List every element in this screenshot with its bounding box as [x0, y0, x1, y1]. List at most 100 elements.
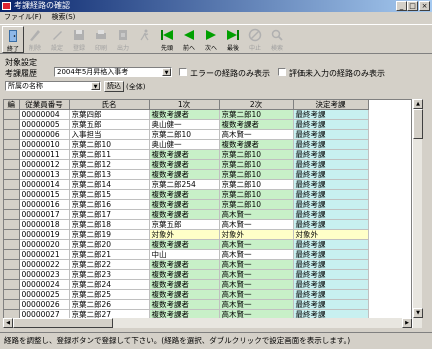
employee-name-cell[interactable]: 京葉二郎16: [69, 199, 150, 210]
hscroll-thumb[interactable]: [13, 318, 113, 328]
row-selector[interactable]: [4, 149, 20, 160]
employee-id-cell[interactable]: 00000021: [19, 249, 70, 260]
maximize-button[interactable]: □: [407, 1, 418, 11]
exit-button[interactable]: 終了: [2, 26, 24, 53]
menu-file[interactable]: ファイル(F): [4, 13, 42, 21]
employee-name-cell[interactable]: 京葉二郎14: [69, 179, 150, 190]
second-rater-cell[interactable]: 京葉二郎10: [219, 169, 294, 180]
first-rater-cell[interactable]: 複数考課者: [149, 239, 220, 250]
row-selector[interactable]: [4, 199, 20, 210]
employee-name-cell[interactable]: 京葉二郎19: [69, 229, 150, 240]
scroll-thumb[interactable]: [413, 109, 423, 139]
employee-id-cell[interactable]: 00000016: [19, 199, 70, 210]
table-row[interactable]: 00000016 京葉二郎16 複数考課者 京葉二郎10 最終考課: [4, 199, 369, 210]
run-button[interactable]: [134, 26, 156, 53]
first-rater-cell[interactable]: 奥山健一: [149, 119, 220, 130]
employee-name-cell[interactable]: 京葉二郎20: [69, 239, 150, 250]
second-rater-cell[interactable]: 京葉二郎10: [219, 109, 294, 120]
employee-name-cell[interactable]: 京葉二郎21: [69, 249, 150, 260]
column-header[interactable]: 氏名: [69, 100, 150, 110]
final-rating-cell[interactable]: 最終考課: [293, 219, 369, 230]
employee-name-cell[interactable]: 京葉五郎: [69, 119, 150, 130]
final-rating-cell[interactable]: 最終考課: [293, 169, 369, 180]
final-rating-cell[interactable]: 最終考課: [293, 249, 369, 260]
next-record-button[interactable]: 次へ: [200, 26, 222, 53]
second-rater-cell[interactable]: 高木賢一: [219, 209, 294, 220]
table-row[interactable]: 00000020 京葉二郎20 複数考課者 高木賢一 最終考課: [4, 239, 369, 250]
row-selector[interactable]: [4, 259, 20, 270]
employee-id-cell[interactable]: 00000018: [19, 219, 70, 230]
second-rater-cell[interactable]: 高木賢一: [219, 129, 294, 140]
table-row[interactable]: 00000018 京葉二郎18 京葉五郎 高木賢一 最終考課: [4, 219, 369, 230]
employee-id-cell[interactable]: 00000017: [19, 209, 70, 220]
employee-name-cell[interactable]: 入事担当: [69, 129, 150, 140]
final-rating-cell[interactable]: 最終考課: [293, 259, 369, 270]
stop-button[interactable]: 中止: [244, 26, 266, 53]
employee-name-cell[interactable]: 京葉二郎13: [69, 169, 150, 180]
final-rating-cell[interactable]: 最終考課: [293, 239, 369, 250]
table-row[interactable]: 00000024 京葉二郎24 複数考課者 高木賢一 最終考課: [4, 279, 369, 290]
first-rater-cell[interactable]: 複数考課者: [149, 289, 220, 300]
row-selector[interactable]: [4, 129, 20, 140]
department-select[interactable]: 所属の名称 ▼: [5, 81, 101, 91]
table-row[interactable]: 00000004 京葉四郎 複数考課者 京葉二郎10 最終考課: [4, 109, 369, 120]
final-rating-cell[interactable]: 最終考課: [293, 199, 369, 210]
chevron-down-icon[interactable]: ▼: [162, 68, 171, 76]
second-rater-cell[interactable]: 高木賢一: [219, 279, 294, 290]
employee-name-cell[interactable]: 京葉二郎18: [69, 219, 150, 230]
second-rater-cell[interactable]: 高木賢一: [219, 259, 294, 270]
row-selector[interactable]: [4, 279, 20, 290]
row-selector[interactable]: [4, 139, 20, 150]
history-select[interactable]: 2004年5月昇格入事考 ▼: [54, 67, 172, 77]
second-rater-cell[interactable]: 複数考課者: [219, 119, 294, 130]
row-selector[interactable]: [4, 179, 20, 190]
previous-record-button[interactable]: 前へ: [178, 26, 200, 53]
employee-id-cell[interactable]: 00000019: [19, 229, 70, 240]
first-rater-cell[interactable]: 複数考課者: [149, 279, 220, 290]
first-rater-cell[interactable]: 対象外: [149, 229, 220, 240]
first-rater-cell[interactable]: 複数考課者: [149, 269, 220, 280]
employee-name-cell[interactable]: 京葉二郎25: [69, 289, 150, 300]
employee-id-cell[interactable]: 00000026: [19, 299, 70, 310]
load-button[interactable]: 読込: [104, 81, 124, 92]
final-rating-cell[interactable]: 最終考課: [293, 159, 369, 170]
horizontal-scrollbar[interactable]: ◀ ▶: [3, 318, 412, 328]
row-selector[interactable]: [4, 269, 20, 280]
table-row[interactable]: 00000012 京葉二郎12 複数考課者 京葉二郎10 最終考課: [4, 159, 369, 170]
final-rating-cell[interactable]: 最終考課: [293, 299, 369, 310]
first-rater-cell[interactable]: 複数考課者: [149, 209, 220, 220]
first-rater-cell[interactable]: 京葉五郎: [149, 219, 220, 230]
employee-name-cell[interactable]: 京葉二郎26: [69, 299, 150, 310]
column-header[interactable]: 2次: [219, 100, 294, 110]
export-button[interactable]: 出力: [112, 26, 134, 53]
table-row[interactable]: 00000013 京葉二郎13 複数考課者 京葉二郎10 最終考課: [4, 169, 369, 180]
employee-id-cell[interactable]: 00000013: [19, 169, 70, 180]
employee-name-cell[interactable]: 京葉二郎24: [69, 279, 150, 290]
employee-id-cell[interactable]: 00000023: [19, 269, 70, 280]
second-rater-cell[interactable]: 高木賢一: [219, 269, 294, 280]
second-rater-cell[interactable]: 高木賢一: [219, 219, 294, 230]
delete-button[interactable]: 削除: [24, 26, 46, 53]
final-rating-cell[interactable]: 最終考課: [293, 139, 369, 150]
employee-id-cell[interactable]: 00000025: [19, 289, 70, 300]
second-rater-cell[interactable]: 京葉二郎10: [219, 199, 294, 210]
second-rater-cell[interactable]: 高木賢一: [219, 299, 294, 310]
table-row[interactable]: 00000026 京葉二郎26 複数考課者 高木賢一 最終考課: [4, 299, 369, 310]
close-button[interactable]: ×: [419, 1, 430, 11]
table-row[interactable]: 00000006 入事担当 京葉二郎10 高木賢一 最終考課: [4, 129, 369, 140]
employee-id-cell[interactable]: 00000020: [19, 239, 70, 250]
row-selector[interactable]: [4, 229, 20, 240]
final-rating-cell[interactable]: 最終考課: [293, 149, 369, 160]
column-header[interactable]: 決定考課: [293, 100, 369, 110]
table-row[interactable]: 00000017 京葉二郎17 複数考課者 高木賢一 最終考課: [4, 209, 369, 220]
table-row[interactable]: 00000005 京葉五郎 奥山健一 複数考課者 最終考課: [4, 119, 369, 130]
unrated-only-checkbox[interactable]: [278, 68, 286, 76]
row-selector[interactable]: [4, 239, 20, 250]
employee-id-cell[interactable]: 00000024: [19, 279, 70, 290]
scroll-up-icon[interactable]: ▲: [413, 99, 423, 109]
employee-id-cell[interactable]: 00000022: [19, 259, 70, 270]
row-selector[interactable]: [4, 299, 20, 310]
row-selector[interactable]: [4, 189, 20, 200]
final-rating-cell[interactable]: 最終考課: [293, 209, 369, 220]
table-row[interactable]: 00000021 京葉二郎21 中山 高木賢一 最終考課: [4, 249, 369, 260]
